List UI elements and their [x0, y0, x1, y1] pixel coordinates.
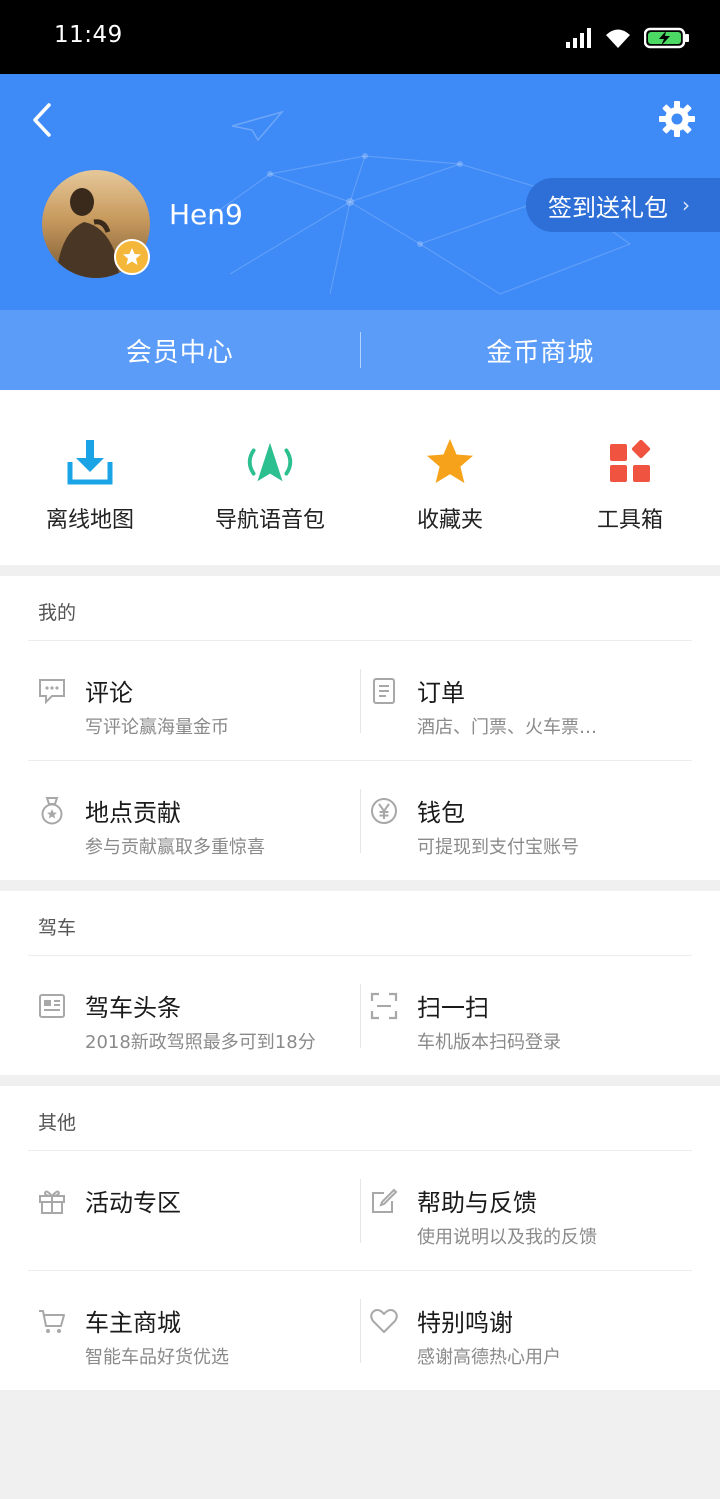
toolbox-icon [602, 434, 658, 490]
username: Hen9 [169, 198, 243, 231]
menu-item-car-owner-mall[interactable]: 车主商城 智能车品好货优选 [28, 1271, 360, 1391]
profile-header: Hen9 签到送礼包 › 会员中心 金币商城 [0, 74, 720, 390]
section-other: 其他 活动专区 帮助与反馈 使用说明以及我的反馈 车主商城 智能车品好货优选 特… [0, 1086, 720, 1390]
menu-item-orders[interactable]: 订单 酒店、门票、火车票… [360, 641, 692, 761]
settings-button[interactable] [656, 98, 698, 140]
vip-badge-icon [114, 239, 150, 275]
menu-row: 活动专区 帮助与反馈 使用说明以及我的反馈 [28, 1150, 692, 1270]
status-time: 11:49 [54, 22, 123, 48]
signal-icon [566, 28, 591, 48]
tab-member-center[interactable]: 会员中心 [0, 310, 360, 390]
quick-action-favorites[interactable]: 收藏夹 [360, 390, 540, 565]
medal-icon [38, 797, 66, 825]
menu-row: 驾车头条 2018新政驾照最多可到18分 扫一扫 车机版本扫码登录 [28, 955, 692, 1075]
edit-icon [370, 1187, 398, 1215]
menu-item-comments[interactable]: 评论 写评论赢海量金币 [28, 641, 360, 761]
status-icons [566, 24, 690, 52]
order-icon [370, 677, 398, 705]
menu-item-activities[interactable]: 活动专区 [28, 1151, 360, 1271]
navigation-icon [242, 434, 298, 490]
menu-row: 车主商城 智能车品好货优选 特别鸣谢 感谢高德热心用户 [28, 1270, 692, 1390]
quick-action-toolbox[interactable]: 工具箱 [540, 390, 720, 565]
section-mine: 我的 评论 写评论赢海量金币 订单 酒店、门票、火车票… 地点贡献 参与贡献赢取… [0, 576, 720, 880]
quick-action-offline-map[interactable]: 离线地图 [0, 390, 180, 565]
section-title: 驾车 [38, 917, 77, 939]
star-icon [422, 434, 478, 490]
checkin-label: 签到送礼包 [548, 193, 668, 222]
menu-item-special-thanks[interactable]: 特别鸣谢 感谢高德热心用户 [360, 1271, 692, 1391]
section-driving: 驾车 驾车头条 2018新政驾照最多可到18分 扫一扫 车机版本扫码登录 [0, 891, 720, 1075]
scan-icon [370, 992, 398, 1020]
back-button[interactable] [22, 100, 62, 140]
section-title: 其他 [38, 1112, 77, 1134]
menu-item-driving-news[interactable]: 驾车头条 2018新政驾照最多可到18分 [28, 956, 360, 1076]
menu-row: 地点贡献 参与贡献赢取多重惊喜 钱包 可提现到支付宝账号 [28, 760, 692, 880]
menu-item-scan[interactable]: 扫一扫 车机版本扫码登录 [360, 956, 692, 1076]
menu-item-help-feedback[interactable]: 帮助与反馈 使用说明以及我的反馈 [360, 1151, 692, 1271]
menu-item-place-contribution[interactable]: 地点贡献 参与贡献赢取多重惊喜 [28, 761, 360, 881]
chevron-right-icon: › [682, 193, 690, 217]
gift-icon [38, 1187, 66, 1215]
quick-action-voice-pack[interactable]: 导航语音包 [180, 390, 360, 565]
header-tabs: 会员中心 金币商城 [0, 310, 720, 390]
section-title: 我的 [38, 602, 77, 624]
menu-row: 评论 写评论赢海量金币 订单 酒店、门票、火车票… [28, 640, 692, 760]
tab-coin-mall[interactable]: 金币商城 [361, 310, 720, 390]
checkin-gift-button[interactable]: 签到送礼包 › [526, 178, 720, 232]
battery-charging-icon [644, 27, 689, 49]
comment-icon [38, 677, 66, 705]
cart-icon [38, 1307, 66, 1335]
back-arrow-icon [33, 103, 51, 137]
menu-item-wallet[interactable]: 钱包 可提现到支付宝账号 [360, 761, 692, 881]
quick-actions: 离线地图 导航语音包 收藏夹 工具箱 [0, 390, 720, 565]
yen-icon [370, 797, 398, 825]
gear-icon [659, 101, 695, 137]
heart-icon [370, 1307, 398, 1335]
download-icon [62, 434, 118, 490]
news-icon [38, 992, 66, 1020]
wifi-icon [606, 29, 630, 48]
status-bar: 11:49 [0, 0, 720, 74]
